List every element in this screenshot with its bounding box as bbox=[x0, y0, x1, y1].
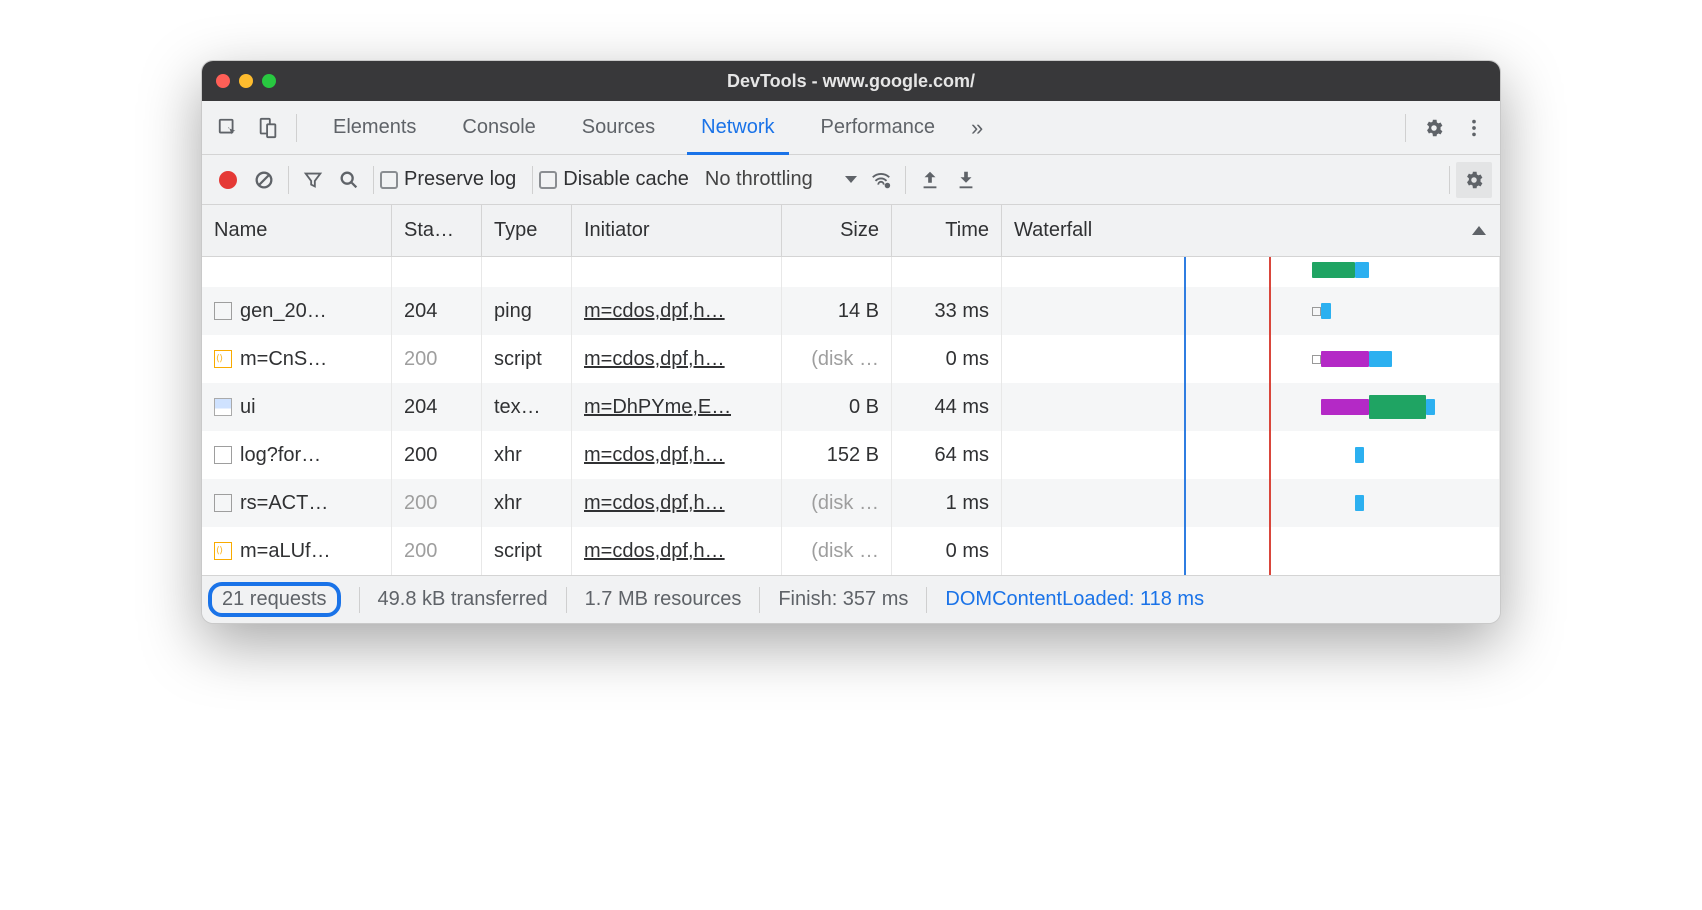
network-toolbar: Preserve log Disable cache No throttling bbox=[202, 155, 1500, 205]
overview-row bbox=[202, 257, 1500, 287]
titlebar: DevTools - www.google.com/ bbox=[202, 61, 1500, 101]
table-row[interactable]: m=CnS… 200 script m=cdos,dpf,h… (disk … … bbox=[202, 335, 1500, 383]
download-har-icon[interactable] bbox=[948, 162, 984, 198]
file-type-icon bbox=[214, 542, 232, 560]
network-conditions-icon[interactable] bbox=[863, 162, 899, 198]
clear-icon[interactable] bbox=[246, 162, 282, 198]
tab-network[interactable]: Network bbox=[683, 101, 792, 154]
table-row[interactable]: gen_20… 204 ping m=cdos,dpf,h… 14 B 33 m… bbox=[202, 287, 1500, 335]
table-row[interactable]: rs=ACT… 200 xhr m=cdos,dpf,h… (disk … 1 … bbox=[202, 479, 1500, 527]
tab-sources[interactable]: Sources bbox=[564, 101, 673, 154]
minimize-icon[interactable] bbox=[239, 74, 253, 88]
settings-icon[interactable] bbox=[1416, 110, 1452, 146]
record-button[interactable] bbox=[210, 162, 246, 198]
transferred: 49.8 kB transferred bbox=[378, 588, 548, 611]
tabs-overflow-icon[interactable]: » bbox=[963, 101, 991, 154]
traffic-lights bbox=[216, 74, 276, 88]
preserve-log-label: Preserve log bbox=[404, 168, 516, 191]
filter-icon[interactable] bbox=[295, 162, 331, 198]
panel-tabs: Elements Console Sources Network Perform… bbox=[315, 101, 1395, 154]
file-type-icon bbox=[214, 302, 232, 320]
divider bbox=[1405, 114, 1406, 142]
col-initiator[interactable]: Initiator bbox=[572, 205, 782, 256]
more-menu-icon[interactable] bbox=[1456, 110, 1492, 146]
col-waterfall[interactable]: Waterfall bbox=[1002, 205, 1500, 256]
file-type-icon bbox=[214, 494, 232, 512]
tabbar: Elements Console Sources Network Perform… bbox=[202, 101, 1500, 155]
divider bbox=[905, 166, 906, 194]
preserve-log-checkbox[interactable]: Preserve log bbox=[380, 168, 526, 191]
table-row[interactable]: log?for… 200 xhr m=cdos,dpf,h… 152 B 64 … bbox=[202, 431, 1500, 479]
zoom-icon[interactable] bbox=[262, 74, 276, 88]
sort-asc-icon bbox=[1472, 226, 1486, 235]
table-row[interactable]: m=aLUf… 200 script m=cdos,dpf,h… (disk …… bbox=[202, 527, 1500, 575]
col-name[interactable]: Name bbox=[202, 205, 392, 256]
finish: Finish: 357 ms bbox=[778, 588, 908, 611]
tab-console[interactable]: Console bbox=[444, 101, 553, 154]
close-icon[interactable] bbox=[216, 74, 230, 88]
grid-rows: gen_20… 204 ping m=cdos,dpf,h… 14 B 33 m… bbox=[202, 257, 1500, 575]
file-type-icon bbox=[214, 446, 232, 464]
col-type[interactable]: Type bbox=[482, 205, 572, 256]
divider bbox=[532, 166, 533, 194]
divider bbox=[288, 166, 289, 194]
col-size[interactable]: Size bbox=[782, 205, 892, 256]
resources: 1.7 MB resources bbox=[585, 588, 742, 611]
inspect-element-icon[interactable] bbox=[210, 110, 246, 146]
col-time[interactable]: Time bbox=[892, 205, 1002, 256]
network-settings-icon[interactable] bbox=[1456, 162, 1492, 198]
file-type-icon bbox=[214, 350, 232, 368]
domcontentloaded: DOMContentLoaded: 118 ms bbox=[945, 588, 1204, 611]
window-title: DevTools - www.google.com/ bbox=[202, 71, 1500, 92]
tab-elements[interactable]: Elements bbox=[315, 101, 434, 154]
upload-har-icon[interactable] bbox=[912, 162, 948, 198]
file-type-icon bbox=[214, 398, 232, 416]
device-toggle-icon[interactable] bbox=[250, 110, 286, 146]
throttling-value: No throttling bbox=[705, 168, 813, 191]
network-grid: Name Sta… Type Initiator Size Time Water… bbox=[202, 205, 1500, 575]
col-status[interactable]: Sta… bbox=[392, 205, 482, 256]
grid-header: Name Sta… Type Initiator Size Time Water… bbox=[202, 205, 1500, 257]
divider bbox=[1449, 166, 1450, 194]
throttling-dropdown[interactable]: No throttling bbox=[699, 168, 863, 191]
requests-count: 21 requests bbox=[208, 582, 341, 617]
tab-performance[interactable]: Performance bbox=[803, 101, 954, 154]
divider bbox=[296, 114, 297, 142]
statusbar: 21 requests 49.8 kB transferred 1.7 MB r… bbox=[202, 575, 1500, 623]
chevron-down-icon bbox=[845, 176, 857, 183]
devtools-window: DevTools - www.google.com/ Elements Cons… bbox=[201, 60, 1501, 624]
disable-cache-label: Disable cache bbox=[563, 168, 689, 191]
divider bbox=[373, 166, 374, 194]
table-row[interactable]: ui 204 tex… m=DhPYme,E… 0 B 44 ms bbox=[202, 383, 1500, 431]
disable-cache-checkbox[interactable]: Disable cache bbox=[539, 168, 699, 191]
search-icon[interactable] bbox=[331, 162, 367, 198]
